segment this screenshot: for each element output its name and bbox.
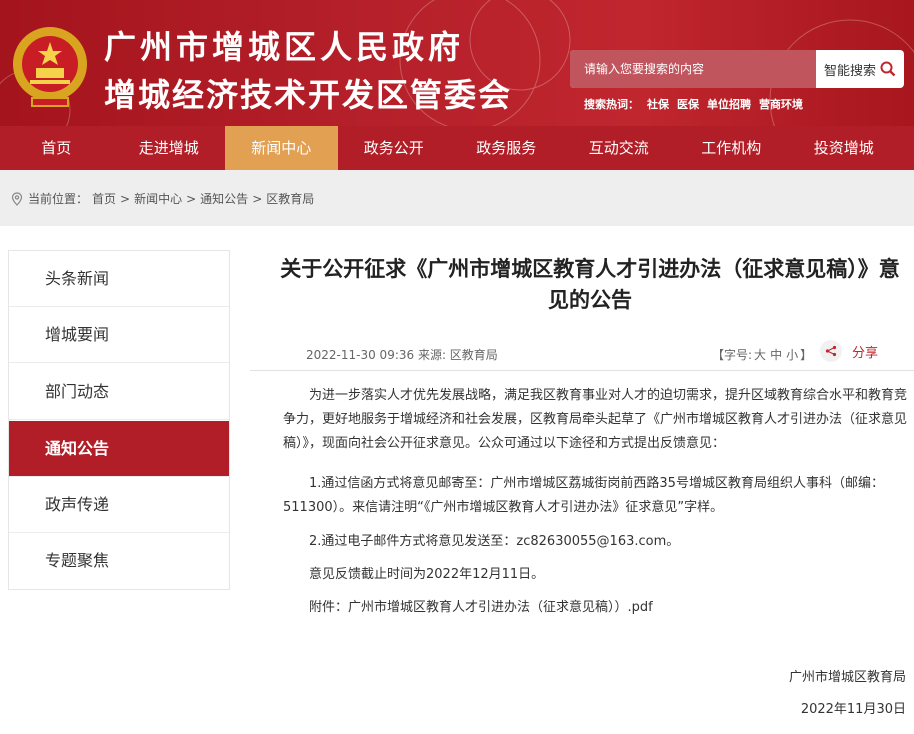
article-paragraph: 1.通过信函方式将意见邮寄至：广州市增城区荔城街岗前西路35号增城区教育局组织人… [283, 476, 884, 515]
sidebar-item-headlines[interactable]: 头条新闻 [9, 251, 229, 307]
article-date: 2022年11月30日 [800, 702, 906, 717]
nav-item-interaction[interactable]: 互动交流 [563, 126, 676, 170]
site-title-line1: 广州市增城区人民政府 [104, 28, 465, 66]
search-input[interactable] [570, 50, 816, 88]
breadcrumb-separator: > [252, 191, 263, 206]
article-title: 关于公开征求《广州市增城区教育人才引进办法（征求意见稿）》意见的公告 [280, 257, 900, 312]
breadcrumb-label: 当前位置： [28, 192, 89, 206]
article-paragraph: 意见反馈截止时间为2022年12月11日。 [309, 567, 545, 582]
font-size-label: 【字号: [712, 348, 753, 362]
article-divider [250, 370, 914, 371]
share-icon [825, 345, 837, 357]
nav-item-invest[interactable]: 投资增城 [788, 126, 901, 170]
hot-word-link[interactable]: 医保 [677, 98, 699, 111]
share-icon-wrap [820, 340, 842, 362]
sidebar-item-gov-voice[interactable]: 政声传递 [9, 477, 229, 533]
sidebar-item-topics[interactable]: 专题聚焦 [9, 533, 229, 589]
site-header: 广州市增城区人民政府 增城经济技术开发区管委会 智能搜索 搜索热词： 社保医保单位… [0, 0, 914, 126]
main-nav: 首页 走进增城 新闻中心 政务公开 政务服务 互动交流 工作机构 投资增城 [0, 126, 914, 170]
font-size-small[interactable]: 小 [786, 348, 798, 362]
font-size-end: 】 [800, 348, 813, 362]
nav-item-about[interactable]: 走进增城 [113, 126, 226, 170]
breadcrumb-separator: > [186, 191, 197, 206]
sidebar-item-notices[interactable]: 通知公告 [9, 421, 229, 477]
search-button-label: 智能搜索 [823, 63, 876, 79]
article-meta: 2022-11-30 09:36 来源: 区教育局 [306, 348, 498, 362]
share-button[interactable]: 分享 [820, 340, 878, 362]
site-title-line2: 增城经济技术开发区管委会 [104, 76, 513, 114]
breadcrumb-link-news[interactable]: 新闻中心 [134, 190, 182, 207]
sidebar-item-key-news[interactable]: 增城要闻 [9, 307, 229, 363]
sidebar-item-dept-news[interactable]: 部门动态 [9, 364, 229, 420]
search-icon [880, 61, 896, 77]
font-size-large[interactable]: 大 [754, 348, 766, 362]
nav-item-gov-affairs[interactable]: 政务公开 [338, 126, 451, 170]
breadcrumb-link-notices[interactable]: 通知公告 [200, 190, 248, 207]
hot-words-label: 搜索热词： [584, 98, 639, 111]
font-size-control: 【字号: 大中小】 [712, 346, 812, 363]
search-box: 智能搜索 [570, 50, 904, 88]
hot-word-link[interactable]: 社保 [647, 98, 669, 111]
breadcrumb-separator: > [120, 191, 131, 206]
search-button[interactable]: 智能搜索 [816, 50, 904, 88]
breadcrumb: 当前位置： 首页 > 新闻中心 > 通知公告 > 区教育局 [10, 190, 318, 207]
nav-item-gov-services[interactable]: 政务服务 [450, 126, 563, 170]
nav-item-home[interactable]: 首页 [0, 126, 113, 170]
hot-words: 搜索热词： 社保 医保 单位招聘 营商环境 [584, 96, 811, 112]
location-pin-icon [11, 191, 23, 206]
breadcrumb-link-education[interactable]: 区教育局 [266, 190, 314, 207]
article-paragraph: 2.通过电子邮件方式将意见发送至：zc82630055@163.com。 [309, 534, 680, 549]
font-size-medium[interactable]: 中 [770, 348, 782, 362]
attachment-link[interactable]: 附件：广州市增城区教育人才引进办法（征求意见稿））.pdf [309, 596, 653, 620]
hot-word-link[interactable]: 单位招聘 [707, 98, 751, 111]
hot-word-link[interactable]: 营商环境 [759, 98, 803, 111]
nav-item-agencies[interactable]: 工作机构 [675, 126, 788, 170]
national-emblem-icon [13, 27, 87, 107]
nav-item-news[interactable]: 新闻中心 [225, 126, 338, 170]
share-label: 分享 [852, 345, 879, 361]
article-signature: 广州市增城区教育局 [788, 670, 906, 685]
breadcrumb-link-home[interactable]: 首页 [92, 190, 116, 207]
article-paragraph: 为进一步落实人才优先发展战略，满足我区教育事业对人才的迫切需求，提升区域教育综合… [283, 388, 908, 451]
sidebar: 头条新闻 增城要闻 部门动态 通知公告 政声传递 专题聚焦 [8, 250, 230, 590]
